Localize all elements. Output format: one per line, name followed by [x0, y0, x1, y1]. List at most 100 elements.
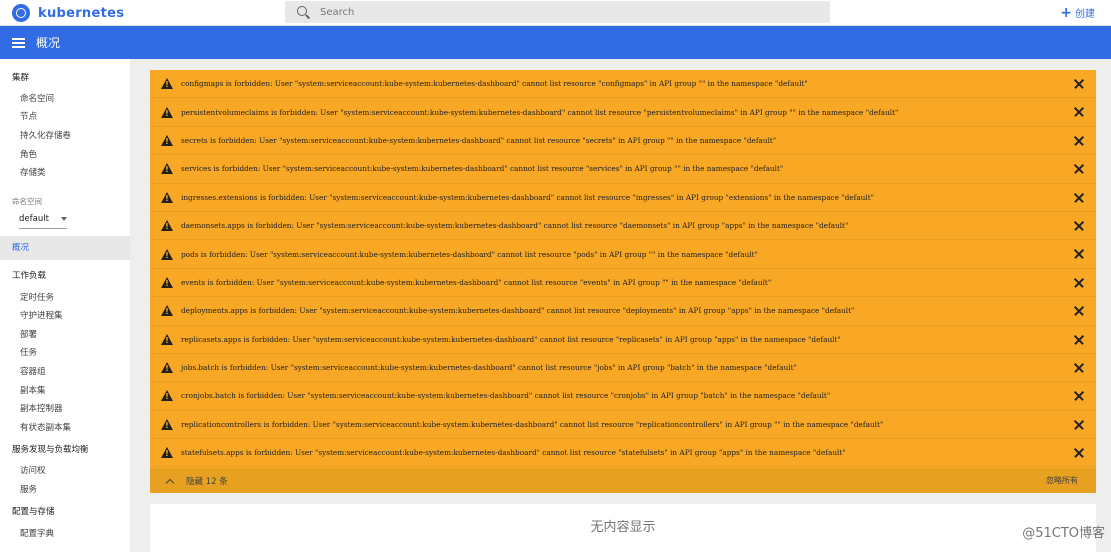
alert-row: ingresses.extensions is forbidden: User … [150, 184, 1096, 212]
close-icon[interactable] [1074, 79, 1084, 89]
alert-message: persistentvolumeclaims is forbidden: Use… [181, 107, 899, 117]
alert-row: jobs.batch is forbidden: User "system:se… [150, 354, 1096, 383]
close-icon[interactable] [1074, 306, 1084, 316]
warning-icon [161, 362, 173, 374]
sidebar-item-replication-controllers[interactable]: 副本控制器 [0, 402, 63, 414]
page-title: 概况 [36, 36, 61, 50]
chevron-up-icon[interactable] [166, 477, 174, 485]
close-icon[interactable] [1074, 448, 1084, 458]
sidebar-item-jobs[interactable]: 任务 [0, 346, 37, 358]
alert-message: deployments.apps is forbidden: User "sys… [181, 306, 855, 316]
empty-state-card: 无内容显示 [150, 504, 1096, 552]
alert-message: statefulsets.apps is forbidden: User "sy… [181, 448, 846, 458]
sidebar-item-daemonsets[interactable]: 守护进程集 [0, 309, 63, 321]
sidebar-item-nodes[interactable]: 节点 [0, 110, 37, 122]
close-icon[interactable] [1074, 391, 1084, 401]
sidebar-item-ingresses[interactable]: 访问权 [0, 464, 46, 476]
create-label: 创建 [1075, 9, 1095, 20]
sidebar-heading-workloads[interactable]: 工作负载 [0, 269, 46, 281]
alert-message: events is forbidden: User "system:servic… [181, 277, 772, 287]
close-icon[interactable] [1074, 249, 1084, 259]
alert-footer: 隐藏 12 条 忽略所有 [150, 468, 1096, 493]
alert-row: persistentvolumeclaims is forbidden: Use… [150, 98, 1096, 127]
alert-message: jobs.batch is forbidden: User "system:se… [181, 363, 797, 373]
alert-row: replicasets.apps is forbidden: User "sys… [150, 326, 1096, 354]
close-icon[interactable] [1074, 335, 1084, 345]
hide-alerts-button[interactable]: 隐藏 12 条 [186, 475, 228, 487]
warning-icon [161, 220, 173, 232]
search-bar[interactable] [285, 1, 830, 23]
alert-row: configmaps is forbidden: User "system:se… [150, 70, 1096, 99]
watermark: @51CTO博客 [1022, 526, 1105, 541]
warning-icon [161, 305, 173, 317]
alert-row: pods is forbidden: User "system:servicea… [150, 240, 1096, 269]
close-icon[interactable] [1074, 221, 1084, 231]
search-input[interactable] [320, 6, 800, 18]
plus-icon: + [1060, 4, 1072, 21]
alert-row: secrets is forbidden: User "system:servi… [150, 127, 1096, 156]
namespace-select[interactable]: default [19, 209, 67, 229]
sidebar-item-pods[interactable]: 容器组 [0, 365, 46, 377]
warning-icon [161, 447, 173, 459]
sidebar-item-overview[interactable]: 概况 [0, 236, 130, 260]
alert-row: replicationcontrollers is forbidden: Use… [150, 411, 1096, 440]
close-icon[interactable] [1074, 278, 1084, 288]
warning-icon [161, 390, 173, 402]
sidebar-heading-discovery[interactable]: 服务发现与负载均衡 [0, 443, 89, 455]
alert-row: services is forbidden: User "system:serv… [150, 155, 1096, 184]
warning-icon [161, 333, 173, 345]
sidebar-item-replicasets[interactable]: 副本集 [0, 384, 46, 396]
alert-message: pods is forbidden: User "system:servicea… [181, 249, 758, 259]
alert-message: daemonsets.apps is forbidden: User "syst… [181, 221, 849, 231]
menu-icon[interactable] [12, 37, 25, 48]
warning-icon [161, 248, 173, 260]
warning-icon [161, 106, 173, 118]
kubernetes-logo[interactable]: kubernetes [12, 3, 124, 23]
close-icon[interactable] [1074, 363, 1084, 373]
sidebar-heading-cluster[interactable]: 集群 [0, 71, 29, 83]
alert-message: replicasets.apps is forbidden: User "sys… [181, 334, 841, 344]
sidebar-heading-config[interactable]: 配置与存储 [0, 505, 55, 517]
sidebar-item-persistent-volumes[interactable]: 持久化存储卷 [0, 129, 71, 141]
sidebar: 集群 命名空间 节点 持久化存储卷 角色 存储类 命名空间 default 概况… [0, 59, 130, 552]
warning-icon [161, 134, 173, 146]
sidebar-item-storage-classes[interactable]: 存储类 [0, 166, 46, 178]
sidebar-item-cronjobs[interactable]: 定时任务 [0, 291, 54, 303]
close-icon[interactable] [1074, 136, 1084, 146]
alert-row: deployments.apps is forbidden: User "sys… [150, 297, 1096, 326]
alert-row: statefulsets.apps is forbidden: User "sy… [150, 439, 1096, 468]
sidebar-item-configmaps[interactable]: 配置字典 [0, 527, 54, 539]
alert-message: configmaps is forbidden: User "system:se… [181, 79, 808, 89]
alert-row: daemonsets.apps is forbidden: User "syst… [150, 212, 1096, 241]
sidebar-item-statefulsets[interactable]: 有状态副本集 [0, 421, 71, 433]
empty-state-title: 无内容显示 [590, 520, 656, 535]
ignore-all-button[interactable]: 忽略所有 [1046, 475, 1078, 486]
warning-icon [161, 78, 173, 90]
sidebar-item-services[interactable]: 服务 [0, 483, 37, 495]
sidebar-item-roles[interactable]: 角色 [0, 148, 37, 160]
warning-icon [161, 418, 173, 430]
alert-panel: configmaps is forbidden: User "system:se… [150, 70, 1096, 493]
caret-down-icon [61, 216, 67, 221]
alert-row: cronjobs.batch is forbidden: User "syste… [150, 382, 1096, 411]
namespace-value: default [19, 213, 49, 224]
warning-icon [161, 163, 173, 175]
warning-icon [161, 276, 173, 288]
search-icon [297, 5, 310, 19]
warning-icon [161, 191, 173, 203]
close-icon[interactable] [1074, 420, 1084, 430]
sidebar-item-namespaces[interactable]: 命名空间 [0, 92, 54, 104]
alert-row: events is forbidden: User "system:servic… [150, 269, 1096, 298]
create-button[interactable]: + 创建 [1060, 4, 1095, 21]
namespace-label: 命名空间 [12, 197, 42, 206]
alert-message: secrets is forbidden: User "system:servi… [181, 135, 777, 145]
alert-message: ingresses.extensions is forbidden: User … [181, 192, 874, 202]
sidebar-item-deployments[interactable]: 部署 [0, 328, 37, 340]
top-bar: kubernetes + 创建 [0, 0, 1111, 26]
title-bar: 概况 [0, 26, 1111, 59]
alert-message: replicationcontrollers is forbidden: Use… [181, 419, 884, 429]
close-icon[interactable] [1074, 164, 1084, 174]
close-icon[interactable] [1074, 193, 1084, 203]
close-icon[interactable] [1074, 107, 1084, 117]
kubernetes-wheel-icon [12, 4, 30, 22]
